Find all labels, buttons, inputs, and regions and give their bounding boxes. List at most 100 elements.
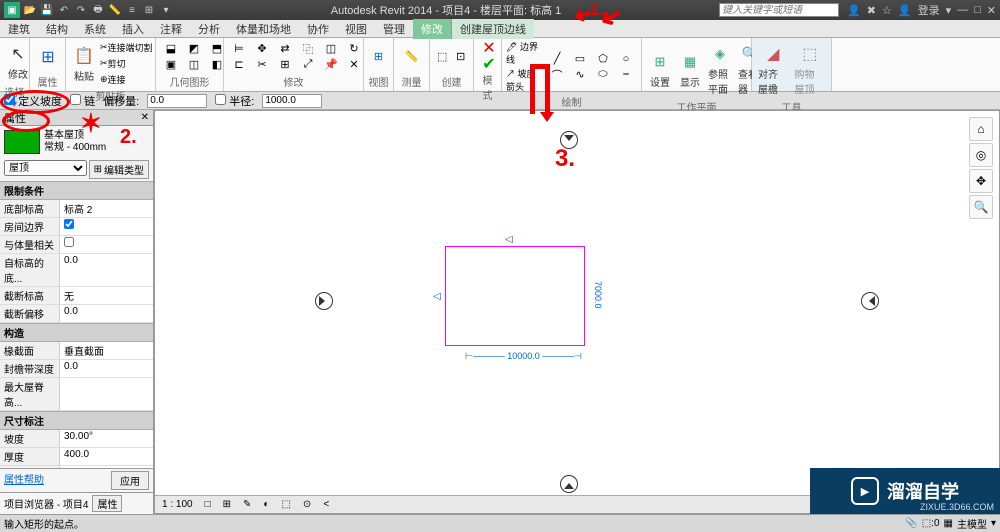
sun-path-icon[interactable]: ✎: [240, 499, 254, 510]
mirror-icon[interactable]: ◫: [320, 41, 342, 56]
elevation-marker-west[interactable]: [315, 292, 333, 310]
cut-geom-icon[interactable]: ◩: [183, 41, 205, 56]
show-plane-button[interactable]: ▦显示: [676, 48, 704, 91]
view-icon[interactable]: ⊞: [368, 42, 389, 72]
props-section-header[interactable]: 构造: [0, 323, 153, 342]
copy-icon[interactable]: ⿻: [297, 41, 319, 56]
props-section-header[interactable]: 尺寸标注: [0, 411, 153, 430]
maximize-icon[interactable]: □: [974, 4, 981, 16]
worksets-icon[interactable]: ▦: [944, 518, 953, 529]
rotate-icon[interactable]: ↻: [343, 41, 365, 56]
tab-analyze[interactable]: 分析: [190, 19, 228, 39]
app-menu-icon[interactable]: ▣: [4, 2, 20, 18]
props-row-value[interactable]: 标高 2: [60, 200, 153, 217]
props-row-value[interactable]: [60, 236, 153, 253]
elevation-marker-east[interactable]: [861, 292, 879, 310]
roof-shop-button[interactable]: ⬚购物 屋顶: [793, 40, 828, 98]
props-row-value[interactable]: 0.0: [60, 360, 153, 377]
move-icon[interactable]: ✥: [251, 41, 273, 56]
nav-pan-icon[interactable]: ✥: [969, 169, 993, 193]
drawing-canvas[interactable]: ⊢───── 10000.0 ─────⊣ 7000.0 ◁ ◁ ⌂ ◎ ✥ 🔍…: [154, 110, 1000, 514]
ref-plane-button[interactable]: ◈参照 平面: [706, 40, 734, 98]
props-row-value[interactable]: 30.00°: [60, 430, 153, 447]
polygon-icon[interactable]: ⬠: [592, 51, 614, 66]
ellipse-icon[interactable]: ⬭: [592, 67, 614, 82]
shadows-icon[interactable]: ◐: [260, 499, 272, 510]
props-row-value[interactable]: 400.0: [60, 448, 153, 465]
props-row-value[interactable]: 无: [60, 287, 153, 304]
detail-level-icon[interactable]: □: [202, 499, 214, 510]
trim-icon[interactable]: ⊏: [228, 57, 250, 72]
cut-geometry-button[interactable]: ✂ 连接端切割: [100, 40, 160, 55]
dimension-vertical[interactable]: 7000.0: [593, 281, 603, 309]
radius-input[interactable]: [262, 94, 322, 108]
circle-icon[interactable]: ○: [615, 51, 637, 66]
exchange-icon[interactable]: ✖: [867, 4, 876, 17]
properties-close-icon[interactable]: ✕: [141, 112, 149, 123]
scale-icon[interactable]: ⤢: [297, 57, 319, 72]
print-icon[interactable]: 🖶: [91, 3, 105, 17]
offset-icon[interactable]: ⇄: [274, 41, 296, 56]
join-button[interactable]: ⊕ 连接: [100, 72, 160, 87]
create-similar-icon[interactable]: ⬚: [434, 42, 451, 72]
redo-icon[interactable]: ↷: [74, 3, 88, 17]
finish-mode-icon[interactable]: ✔: [478, 56, 500, 71]
help-icon[interactable]: ▾: [946, 4, 952, 17]
delete-icon[interactable]: ✕: [343, 57, 365, 72]
split-icon[interactable]: ✂: [251, 57, 273, 72]
props-row-value[interactable]: [60, 218, 153, 235]
drag-handle-h[interactable]: ◁: [505, 234, 513, 245]
help-search-input[interactable]: [719, 3, 839, 17]
project-browser-tab[interactable]: 项目浏览器 - 项目4 属性: [0, 492, 153, 514]
tab-insert[interactable]: 插入: [114, 19, 152, 39]
cut-button[interactable]: ✂ 剪切: [100, 56, 160, 71]
align-eaves-button[interactable]: ◢对齐 屋檐: [756, 40, 791, 98]
tab-massing[interactable]: 体量和场地: [228, 19, 299, 39]
tab-view[interactable]: 视图: [337, 19, 375, 39]
crop-region-icon[interactable]: ⊙: [300, 499, 314, 510]
close-hidden-icon[interactable]: ▾: [159, 3, 173, 17]
filter-icon[interactable]: 📎: [905, 518, 917, 529]
chain-checkbox[interactable]: 链: [70, 93, 95, 109]
nav-zoom-icon[interactable]: 🔍: [969, 195, 993, 219]
modify-button[interactable]: ↖修改: [4, 40, 32, 83]
tab-systems[interactable]: 系统: [76, 19, 114, 39]
crop-view-icon[interactable]: ⬚: [278, 499, 293, 510]
design-options-icon[interactable]: ▾: [991, 518, 996, 529]
nav-wheel-icon[interactable]: ◎: [969, 143, 993, 167]
props-section-header[interactable]: 限制条件: [0, 181, 153, 200]
tab-architecture[interactable]: 建筑: [0, 19, 38, 39]
set-plane-button[interactable]: ⊞设置: [646, 48, 674, 91]
tab-create-roof-boundary[interactable]: 创建屋顶边线: [451, 19, 534, 39]
tab-structure[interactable]: 结构: [38, 19, 76, 39]
nav-home-icon[interactable]: ⌂: [969, 117, 993, 141]
align-icon[interactable]: ≡: [125, 3, 139, 17]
properties-button[interactable]: ⊞: [34, 43, 62, 71]
dimension-horizontal[interactable]: ⊢───── 10000.0 ─────⊣: [465, 351, 582, 362]
props-row-value[interactable]: [60, 378, 153, 410]
array-icon[interactable]: ⊞: [274, 57, 296, 72]
elevation-marker-north[interactable]: [560, 131, 578, 149]
cope-icon[interactable]: ⬓: [160, 41, 182, 56]
undo-icon[interactable]: ↶: [57, 3, 71, 17]
tab-collaborate[interactable]: 协作: [299, 19, 337, 39]
properties-tab-button[interactable]: 属性: [92, 495, 122, 512]
tab-modify[interactable]: 修改: [413, 19, 451, 39]
edit-type-button[interactable]: ⊞ 编辑类型: [89, 160, 149, 179]
minimize-icon[interactable]: —: [957, 4, 968, 16]
beam-join-icon[interactable]: ◫: [183, 57, 205, 72]
offset-input[interactable]: [147, 94, 207, 108]
drag-handle-v[interactable]: ◁: [433, 291, 441, 302]
measure-icon[interactable]: 📏: [398, 42, 425, 72]
rect-icon[interactable]: ▭: [569, 51, 591, 66]
user-icon[interactable]: 👤: [898, 4, 912, 17]
family-filter-select[interactable]: 屋顶: [4, 160, 87, 176]
apply-button[interactable]: 应用: [111, 471, 149, 490]
radius-checkbox[interactable]: 半径:: [215, 93, 254, 109]
subscription-icon[interactable]: 👤: [847, 4, 861, 17]
create-group-icon[interactable]: ⊡: [453, 42, 470, 72]
props-row-value[interactable]: 0.0: [60, 305, 153, 322]
visual-style-icon[interactable]: ⊞: [220, 499, 234, 510]
props-row-value[interactable]: 垂直截面: [60, 342, 153, 359]
paste-button[interactable]: 📋粘贴: [70, 42, 98, 85]
